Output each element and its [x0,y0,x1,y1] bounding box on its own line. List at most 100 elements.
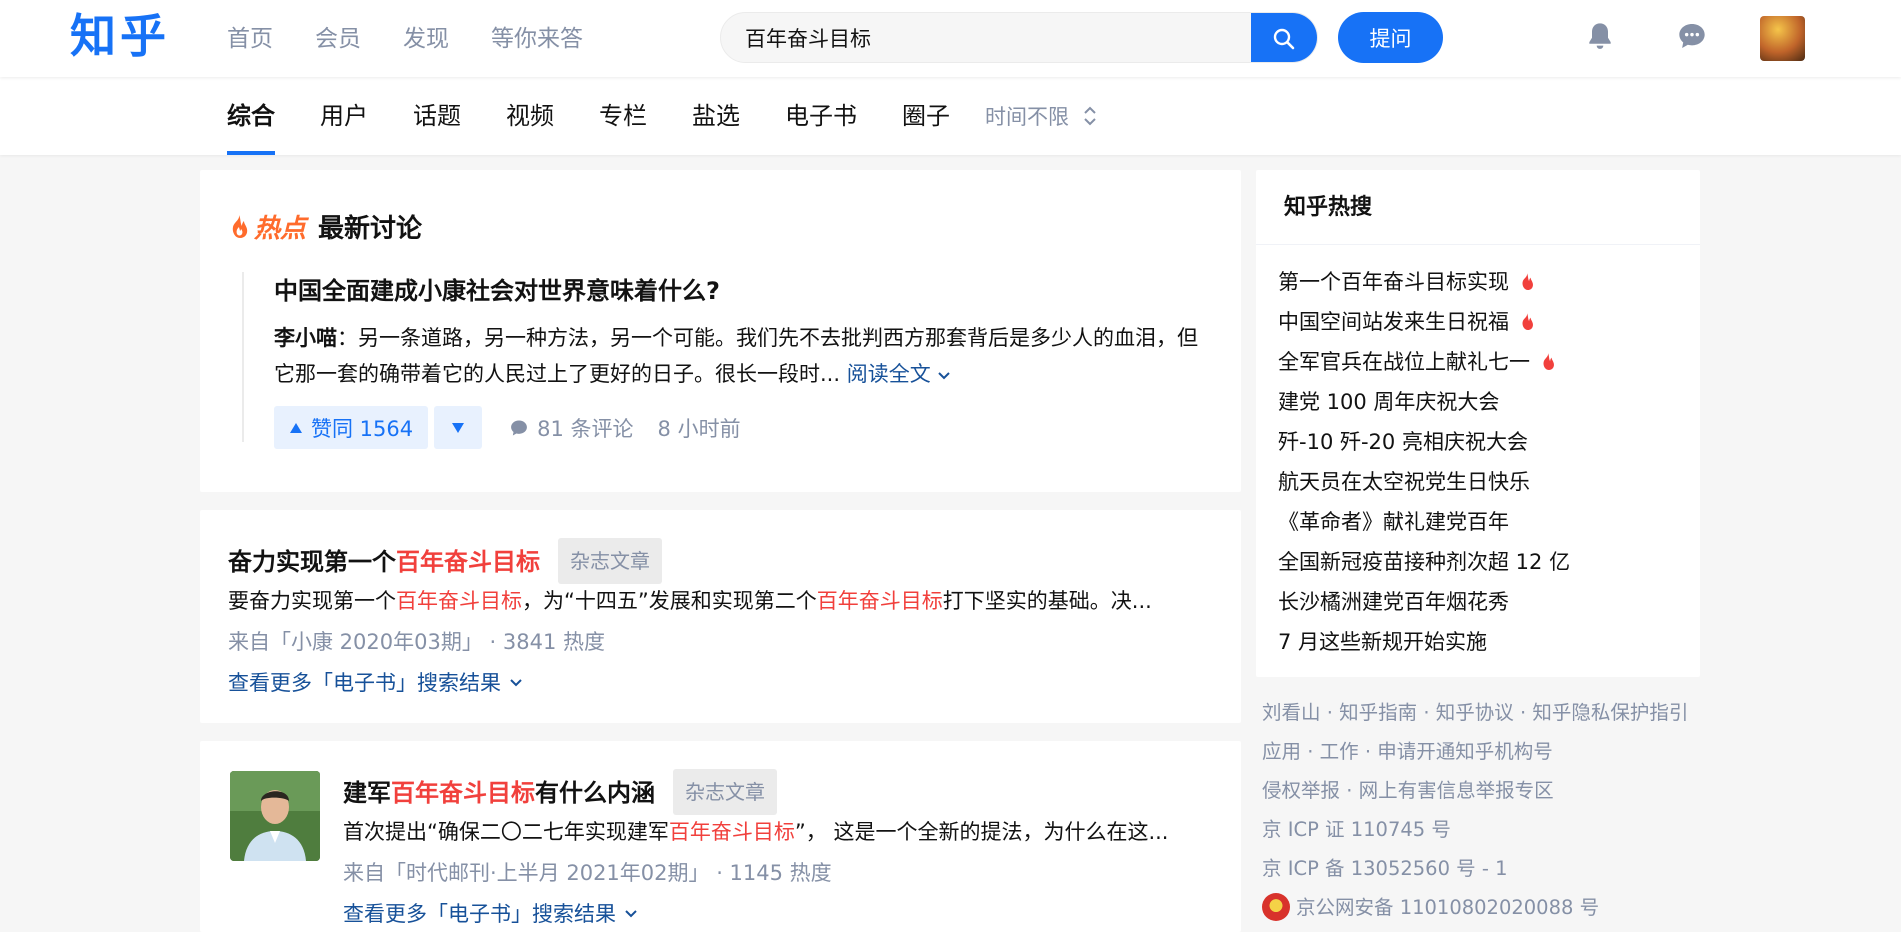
hot-search-item[interactable]: 歼-10 歼-20 亮相庆祝大会 [1256,422,1700,462]
footer-link-apps[interactable]: 应用 [1262,740,1301,763]
search-input[interactable] [745,13,1225,62]
quote-divider [242,272,244,442]
tab-comprehensive[interactable]: 综合 [227,77,275,155]
chevron-down-icon [510,679,522,687]
hot-search-item[interactable]: 航天员在太空祝党生日快乐 [1256,462,1700,502]
hot-search-item[interactable]: 全军官兵在战位上献礼七一 [1256,342,1700,382]
messages-icon[interactable] [1676,20,1708,52]
footer-link-org-account[interactable]: 申请开通知乎机构号 [1377,740,1553,763]
sort-arrows-icon [1084,106,1096,126]
nav-home[interactable]: 首页 [227,24,273,54]
footer-link-liukanshan[interactable]: 刘看山 [1262,701,1321,724]
article-title-highlight: 百年奋斗目标 [396,548,540,576]
excerpt-text: 首次提出“确保二〇二七年实现建军 [343,820,669,844]
top-header: 知乎 首页 会员 发现 等你来答 提问 [0,0,1901,77]
police-record-text: 京公网安备 11010802020088 号 [1296,896,1600,919]
tab-circles[interactable]: 圈子 [902,77,950,155]
tab-users[interactable]: 用户 [320,77,368,155]
tab-ebooks[interactable]: 电子书 [785,77,857,155]
more-ebook-results-link[interactable]: 查看更多「电子书」搜索结果 [228,666,523,700]
tab-videos[interactable]: 视频 [506,77,554,155]
excerpt-text: ”， 这是一个全新的提法，为什么在这... [794,820,1169,844]
police-emblem-icon [1262,892,1290,921]
notification-bell-icon[interactable] [1584,20,1616,52]
article-title-highlight: 百年奋斗目标 [391,779,535,807]
triangle-down-icon [452,422,465,433]
hot-search-item[interactable]: 建党 100 周年庆祝大会 [1256,382,1700,422]
zhihu-logo[interactable]: 知乎 [70,10,170,62]
footer-icp-license[interactable]: 京 ICP 证 110745 号 [1262,810,1702,849]
hot-search-item[interactable]: 中国空间站发来生日祝福 [1256,302,1700,342]
hot-search-text: 《革命者》献礼建党百年 [1278,510,1509,534]
ask-question-button[interactable]: 提问 [1338,12,1443,63]
footer-row: 侵权举报 · 网上有害信息举报专区 [1262,771,1702,810]
article-title-text: 建军 [343,779,391,807]
time-filter-select[interactable]: 时间不限 [985,101,1097,131]
tab-salt-selection[interactable]: 盐选 [692,77,740,155]
hot-search-text: 全军官兵在战位上献礼七一 [1278,350,1530,374]
footer-row: 应用 · 工作 · 申请开通知乎机构号 [1262,732,1702,771]
separator: · [1320,701,1340,724]
hot-search-item[interactable]: 《革命者》献礼建党百年 [1256,502,1700,542]
more-ebook-results-link[interactable]: 查看更多「电子书」搜索结果 [343,897,638,931]
footer-link-agreement[interactable]: 知乎协议 [1436,701,1514,724]
article-title-suffix: 有什么内涵 [535,779,655,807]
hot-header: 热点 最新讨论 [228,208,422,245]
hot-search-item[interactable]: 第一个百年奋斗目标实现 [1256,262,1700,302]
hot-tag: 热点 [254,214,307,244]
hot-section-title: 最新讨论 [318,214,423,244]
answer-actions: 赞同 1564 81 条评论 8 小时前 [274,406,741,449]
article-excerpt[interactable]: 要奋力实现第一个百年奋斗目标，为“十四五”发展和实现第二个百年奋斗目标打下坚实的… [228,584,1208,618]
search-button[interactable] [1251,13,1317,62]
footer-link-jobs[interactable]: 工作 [1320,740,1359,763]
separator: · [1301,740,1320,763]
footer-link-harmful-info[interactable]: 网上有害信息举报专区 [1359,779,1554,802]
tab-topics[interactable]: 话题 [413,77,461,155]
article-title[interactable]: 奋力实现第一个百年奋斗目标 杂志文章 [228,538,662,586]
hot-search-item[interactable]: 全国新冠疫苗接种剂次超 12 亿 [1256,542,1700,582]
article-thumbnail[interactable] [230,771,320,861]
article-title[interactable]: 建军百年奋斗目标有什么内涵 杂志文章 [343,769,777,817]
question-title[interactable]: 中国全面建成小康社会对世界意味着什么? [274,274,720,308]
hot-search-panel: 知乎热搜 第一个百年奋斗目标实现 中国空间站发来生日祝福 全军官兵在战位上献礼七一建… [1256,170,1700,677]
hot-search-text: 建党 100 周年庆祝大会 [1278,390,1500,414]
more-results-label: 查看更多「电子书」搜索结果 [228,671,501,695]
separator: · [1513,701,1533,724]
footer-icp-record[interactable]: 京 ICP 备 13052560 号 - 1 [1262,849,1702,888]
comment-bubble-icon [511,420,528,435]
comments-count: 81 条评论 [537,416,634,441]
upvote-label: 赞同 1564 [311,416,414,441]
tab-columns[interactable]: 专栏 [599,77,647,155]
nav-vip[interactable]: 会员 [315,24,361,54]
nav-waiting-answers[interactable]: 等你来答 [491,24,583,54]
downvote-button[interactable] [434,406,483,449]
main-nav: 首页 会员 发现 等你来答 [227,24,625,54]
search-icon [1273,28,1295,49]
footer-police-record[interactable]: 京公网安备 11010802020088 号 [1262,888,1702,927]
user-avatar[interactable] [1760,16,1805,61]
answer-author[interactable]: 李小喵 [274,326,337,350]
more-results-label: 查看更多「电子书」搜索结果 [343,902,616,926]
upvote-button[interactable]: 赞同 1564 [274,406,429,449]
article-excerpt[interactable]: 首次提出“确保二〇二七年实现建军百年奋斗目标”， 这是一个全新的提法，为什么在这… [343,815,1213,849]
hot-search-item[interactable]: 长沙橘洲建党百年烟花秀 [1256,582,1700,622]
hot-search-text: 长沙橘洲建党百年烟花秀 [1278,590,1509,614]
triangle-up-icon [290,422,302,433]
comments-button[interactable]: 81 条评论 [509,413,634,443]
search-type-tabs-bar: 综合 用户 话题 视频 专栏 盐选 电子书 圈子 时间不限 [0,77,1901,155]
article-card: 建军百年奋斗目标有什么内涵 杂志文章 首次提出“确保二〇二七年实现建军百年奋斗目标… [200,741,1241,932]
nav-discover[interactable]: 发现 [403,24,449,54]
read-more-link[interactable]: 阅读全文 [847,362,952,386]
magazine-badge: 杂志文章 [558,538,662,584]
article-card: 奋力实现第一个百年奋斗目标 杂志文章 要奋力实现第一个百年奋斗目标，为“十四五”发… [200,510,1241,723]
sidebar-footer: 刘看山 · 知乎指南 · 知乎协议 · 知乎隐私保护指引 应用 · 工作 · 申… [1262,693,1702,927]
footer-link-infringement[interactable]: 侵权举报 [1262,779,1340,802]
excerpt-highlight: 百年奋斗目标 [396,589,522,613]
footer-link-guide[interactable]: 知乎指南 [1339,701,1417,724]
flame-icon [1522,313,1533,330]
hot-search-item[interactable]: 7 月这些新规开始实施 [1256,622,1700,662]
read-more-label: 阅读全文 [846,362,931,386]
footer-link-privacy[interactable]: 知乎隐私保护指引 [1532,701,1688,724]
answer-excerpt[interactable]: 李小喵：另一条道路，另一种方法，另一个可能。我们先不去批判西方那套背后是多少人的… [274,320,1209,392]
flame-icon [1543,353,1554,370]
